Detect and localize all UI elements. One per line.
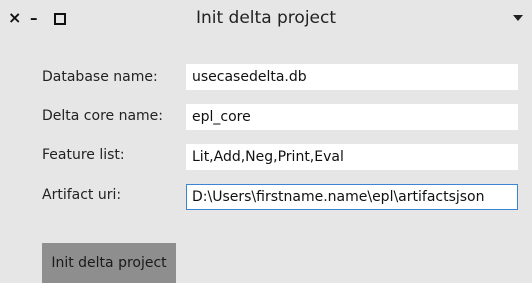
database-name-label: Database name: (42, 69, 158, 85)
init-delta-project-window: × – Init delta project Database name: us… (0, 0, 532, 283)
delta-core-name-label: Delta core name: (42, 108, 163, 124)
database-name-field[interactable]: usecasedelta.db (186, 64, 518, 90)
delta-core-name-field[interactable]: epl_core (186, 104, 518, 130)
chevron-down-icon[interactable] (513, 15, 523, 21)
feature-list-label: Feature list: (42, 147, 125, 163)
init-delta-project-button[interactable]: Init delta project (42, 243, 176, 283)
window-title: Init delta project (195, 8, 337, 28)
artifact-uri-label: Artifact uri: (42, 187, 122, 203)
feature-list-field[interactable]: Lit,Add,Neg,Print,Eval (186, 144, 518, 170)
title-bar[interactable]: × – Init delta project (0, 0, 532, 38)
artifact-uri-field[interactable]: D:\Users\firstname.name\epl\artifactsjso… (186, 184, 518, 210)
